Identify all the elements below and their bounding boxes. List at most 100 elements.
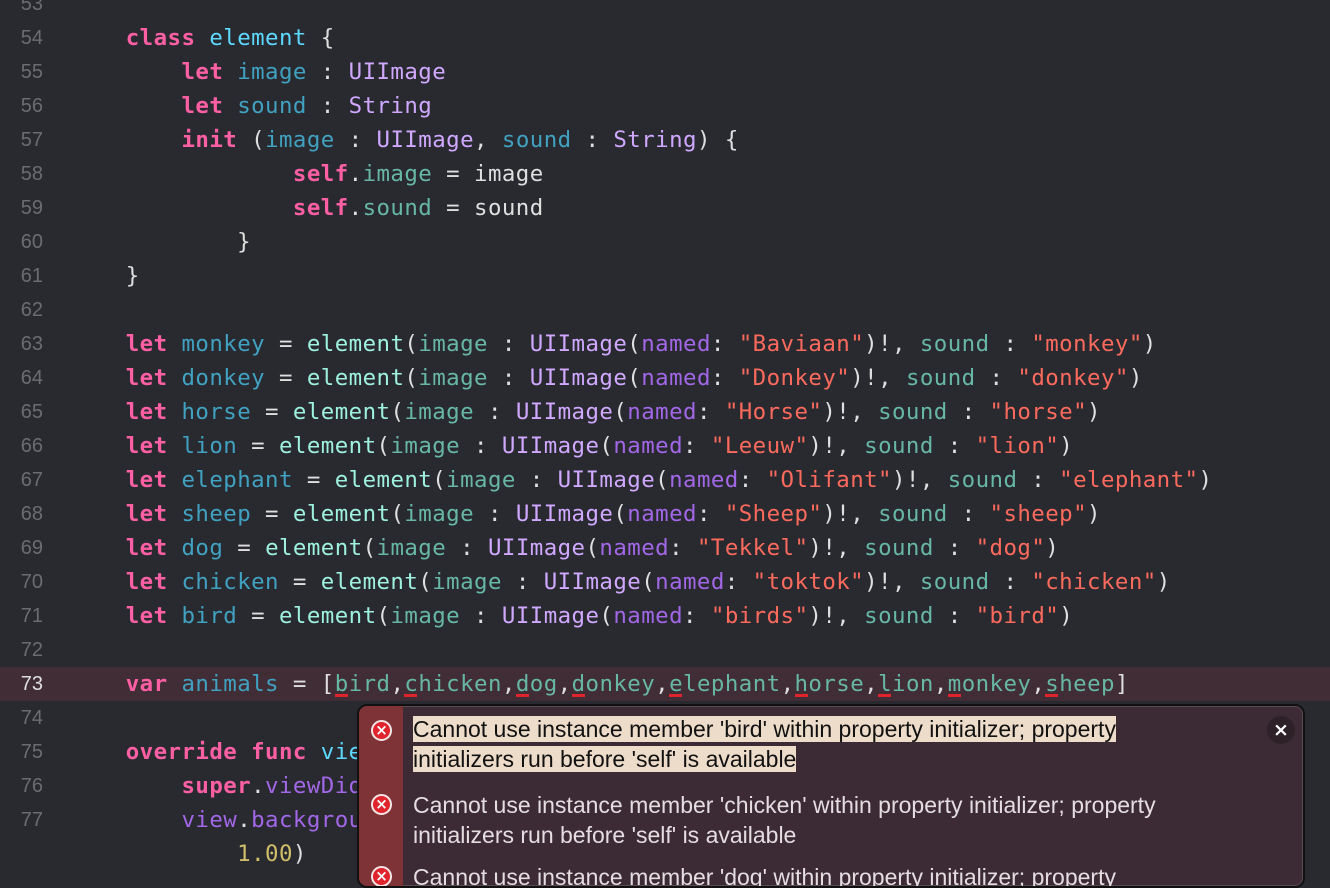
code-line[interactable]: 66 let lion = element(image : UIImage(na… <box>0 429 1330 463</box>
code-line[interactable]: 58 self.image = image <box>0 157 1330 191</box>
close-popover-button[interactable]: × <box>1267 716 1295 744</box>
code-token: UIImage <box>376 127 475 153</box>
code-token: ) <box>1128 365 1143 391</box>
code-token: "birds" <box>710 603 809 629</box>
code-line[interactable]: 53 <box>0 0 1330 21</box>
code-line[interactable]: 71 let bird = element(image : UIImage(na… <box>0 599 1330 633</box>
code-token: : <box>696 501 725 527</box>
line-number: 57 <box>20 129 43 151</box>
error-message[interactable]: Cannot use instance member 'chicken' wit… <box>413 790 1273 850</box>
line-number: 63 <box>20 333 43 355</box>
code-line[interactable]: 59 self.sound = sound <box>0 191 1330 225</box>
code-token: )!, <box>808 535 865 561</box>
line-number: 76 <box>20 775 43 797</box>
code-token: ( <box>362 535 377 561</box>
code-line[interactable]: 67 let elephant = element(image : UIImag… <box>0 463 1330 497</box>
code-token: UIImage <box>557 467 656 493</box>
line-number: 73 <box>20 673 43 695</box>
error-popover: × Cannot use instance member 'bird' with… <box>357 704 1305 888</box>
code-token: ( <box>585 535 600 561</box>
code-text: class element { <box>70 21 335 55</box>
code-line[interactable]: 55 let image : UIImage <box>0 55 1330 89</box>
error-icon: × <box>371 866 392 886</box>
code-token: let <box>125 501 168 527</box>
code-token: ) <box>1087 399 1101 425</box>
code-token: , <box>557 671 572 697</box>
code-token: sound <box>864 433 934 459</box>
code-token: : <box>487 365 530 391</box>
code-token: sound <box>878 399 948 425</box>
code-line[interactable]: 70 let chicken = element(image : UIImage… <box>0 565 1330 599</box>
code-line[interactable]: 63 let monkey = element(image : UIImage(… <box>0 327 1330 361</box>
code-token: named <box>641 365 711 391</box>
code-line[interactable]: 61 } <box>0 259 1330 293</box>
code-line[interactable]: 57 init (image : UIImage, sound : String… <box>0 123 1330 157</box>
code-token: chicken <box>181 569 279 595</box>
code-token: image <box>446 467 516 493</box>
code-token: named <box>627 399 697 425</box>
code-token: : <box>487 331 530 357</box>
code-token: = <box>223 535 266 561</box>
code-line[interactable]: 69 let dog = element(image : UIImage(nam… <box>0 531 1330 565</box>
current-code-line[interactable]: 73 var animals = [bird,chicken,dog,donke… <box>0 667 1330 701</box>
code-line[interactable]: 56 let sound : String <box>0 89 1330 123</box>
code-token: : <box>669 535 697 561</box>
code-text: let dog = element(image : UIImage(named:… <box>70 531 1059 565</box>
code-token: 1.00 <box>237 841 293 867</box>
error-underlined-identifier: donkey <box>571 671 656 697</box>
error-message-line-1: Cannot use instance member 'dog' within … <box>413 864 1116 888</box>
code-line[interactable]: 65 let horse = element(image : UIImage(n… <box>0 395 1330 429</box>
code-token: horse <box>181 399 252 425</box>
code-line[interactable]: 60 } <box>0 225 1330 259</box>
code-token: )!, <box>822 501 879 527</box>
code-token: )!, <box>850 365 906 391</box>
code-token: ) <box>1045 535 1060 561</box>
code-token: ( <box>613 501 628 527</box>
line-number: 69 <box>20 537 43 559</box>
code-token: : <box>306 59 349 85</box>
code-line[interactable]: 68 let sheep = element(image : UIImage(n… <box>0 497 1330 531</box>
code-token: ( <box>627 365 642 391</box>
code-token: : <box>710 365 739 391</box>
code-token: donkey <box>181 365 266 391</box>
line-number: 71 <box>20 605 43 627</box>
code-token: class <box>125 25 196 51</box>
code-text: let horse = element(image : UIImage(name… <box>70 395 1101 429</box>
code-token: : <box>571 127 614 153</box>
code-token: : <box>446 535 488 561</box>
error-underlined-identifier: sheep <box>1045 671 1115 697</box>
code-token: ( <box>613 399 628 425</box>
code-line[interactable]: 62 <box>0 293 1330 327</box>
code-token: ( <box>376 433 391 459</box>
code-token: ( <box>627 331 642 357</box>
code-token: )!, <box>808 603 865 629</box>
code-token: "Sheep" <box>724 501 823 527</box>
code-line[interactable]: 72 <box>0 633 1330 667</box>
code-token: sound <box>362 195 433 221</box>
error-message[interactable]: Cannot use instance member 'dog' within … <box>413 862 1273 888</box>
code-line[interactable]: 64 let donkey = element(image : UIImage(… <box>0 361 1330 395</box>
error-underlined-identifier: bird <box>334 671 391 697</box>
error-underlined-identifier: monkey <box>947 671 1032 697</box>
code-token: sound <box>864 603 934 629</box>
code-text: let sound : String <box>70 89 432 123</box>
code-token: ] <box>1114 671 1129 697</box>
code-token: "horse" <box>989 399 1088 425</box>
code-line[interactable]: 54 class element { <box>0 21 1330 55</box>
code-text: var animals = [bird,chicken,dog,donkey,e… <box>70 667 1129 701</box>
code-token: : <box>474 399 516 425</box>
code-token: sound <box>864 535 934 561</box>
code-token: UIImage <box>487 535 586 561</box>
code-token: ) <box>1059 603 1074 629</box>
error-message[interactable]: Cannot use instance member 'bird' within… <box>413 714 1273 774</box>
code-token: sound <box>237 93 307 119</box>
code-token: : <box>1017 467 1060 493</box>
code-token: : <box>933 535 976 561</box>
code-token: = image <box>432 161 544 187</box>
code-token: named <box>613 433 684 459</box>
line-number: 54 <box>20 27 43 49</box>
code-token: view <box>181 807 238 833</box>
